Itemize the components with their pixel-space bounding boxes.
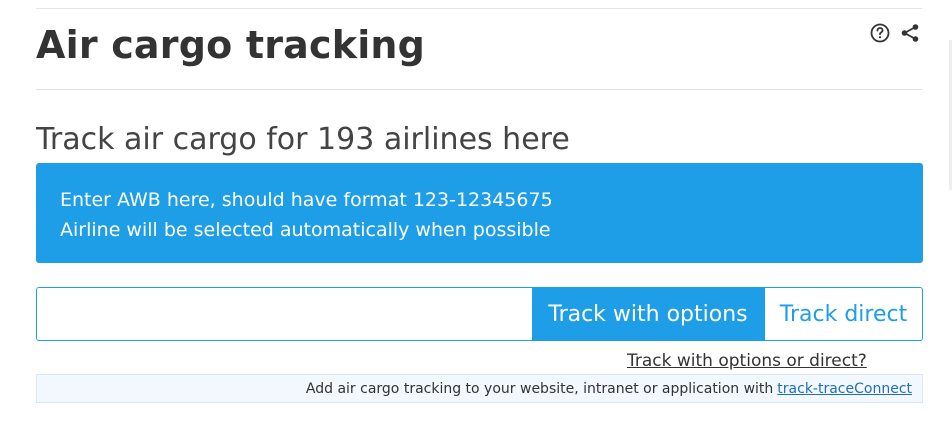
info-format-hint: Enter AWB here, should have format 123-1… bbox=[60, 189, 553, 211]
connect-footer-bar: Add air cargo tracking to your website, … bbox=[36, 374, 923, 403]
section-subtitle: Track air cargo for 193 airlines here bbox=[36, 122, 570, 157]
help-icon[interactable] bbox=[870, 23, 890, 43]
awb-info-box: Enter AWB here, should have format 123-1… bbox=[36, 163, 923, 263]
share-icon[interactable] bbox=[900, 23, 920, 43]
page-title: Air cargo tracking bbox=[36, 23, 426, 67]
scroll-edge-marker bbox=[938, 0, 948, 40]
top-divider bbox=[36, 8, 922, 9]
footer-text: Add air cargo tracking to your website, … bbox=[305, 380, 774, 397]
track-trace-connect-link[interactable]: track-traceConnect bbox=[777, 381, 912, 397]
track-direct-button[interactable]: Track direct bbox=[764, 288, 922, 340]
track-with-options-button[interactable]: Track with options bbox=[532, 288, 764, 340]
track-form: Track with options Track direct bbox=[36, 287, 923, 341]
awb-input[interactable] bbox=[37, 288, 532, 340]
header-divider bbox=[36, 89, 922, 90]
info-airline-hint: Airline will be selected automatically w… bbox=[60, 219, 551, 241]
track-options-help-link[interactable]: Track with options or direct? bbox=[627, 349, 867, 373]
header-actions bbox=[870, 23, 920, 43]
